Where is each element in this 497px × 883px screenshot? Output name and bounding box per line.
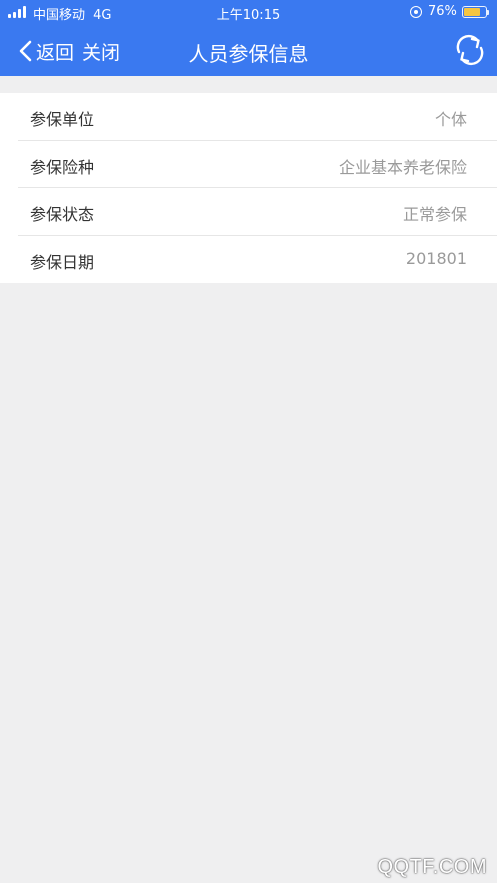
- status-time: 上午10:15: [216, 8, 281, 23]
- list-item: 参保险种 企业基本养老保险: [18, 141, 497, 188]
- nav-bar: 返回 关闭 人员参保信息: [0, 24, 497, 76]
- list-item: 参保日期 201801: [18, 236, 497, 284]
- battery-percent: 76%: [428, 4, 457, 19]
- row-value: 正常参保: [402, 205, 467, 224]
- insurance-info-list: 参保单位 个体 参保险种 企业基本养老保险 参保状态 正常参保 参保日期 201…: [0, 93, 497, 283]
- screen: 中国移动 4G 上午10:15 76% 返回 关闭 人员参保信息 参保单位 个体…: [0, 0, 497, 883]
- list-item: 参保状态 正常参保: [18, 188, 497, 236]
- row-value: 201801: [405, 248, 467, 268]
- row-label: 参保日期: [30, 252, 95, 272]
- header: 中国移动 4G 上午10:15 76% 返回 关闭 人员参保信息: [0, 0, 497, 76]
- back-label: 返回: [36, 41, 75, 64]
- chevron-left-icon: [19, 40, 32, 62]
- watermark: QQTF.COM: [377, 856, 487, 878]
- orientation-lock-icon: [410, 6, 422, 18]
- refresh-button[interactable]: [452, 32, 488, 68]
- close-button[interactable]: 关闭: [82, 36, 120, 66]
- status-bar: 中国移动 4G 上午10:15 76%: [0, 0, 497, 24]
- row-value: 企业基本养老保险: [338, 157, 467, 177]
- list-item: 参保单位 个体: [18, 93, 497, 141]
- refresh-icon: [456, 34, 484, 66]
- close-label: 关闭: [82, 41, 121, 64]
- battery-icon: [462, 6, 489, 18]
- row-value: 个体: [434, 110, 467, 129]
- row-label: 参保单位: [30, 110, 95, 129]
- back-button[interactable]: 返回: [18, 36, 74, 66]
- page-title: 人员参保信息: [188, 42, 309, 66]
- battery-level: [464, 8, 480, 16]
- row-label: 参保状态: [30, 205, 95, 224]
- row-label: 参保险种: [30, 157, 95, 177]
